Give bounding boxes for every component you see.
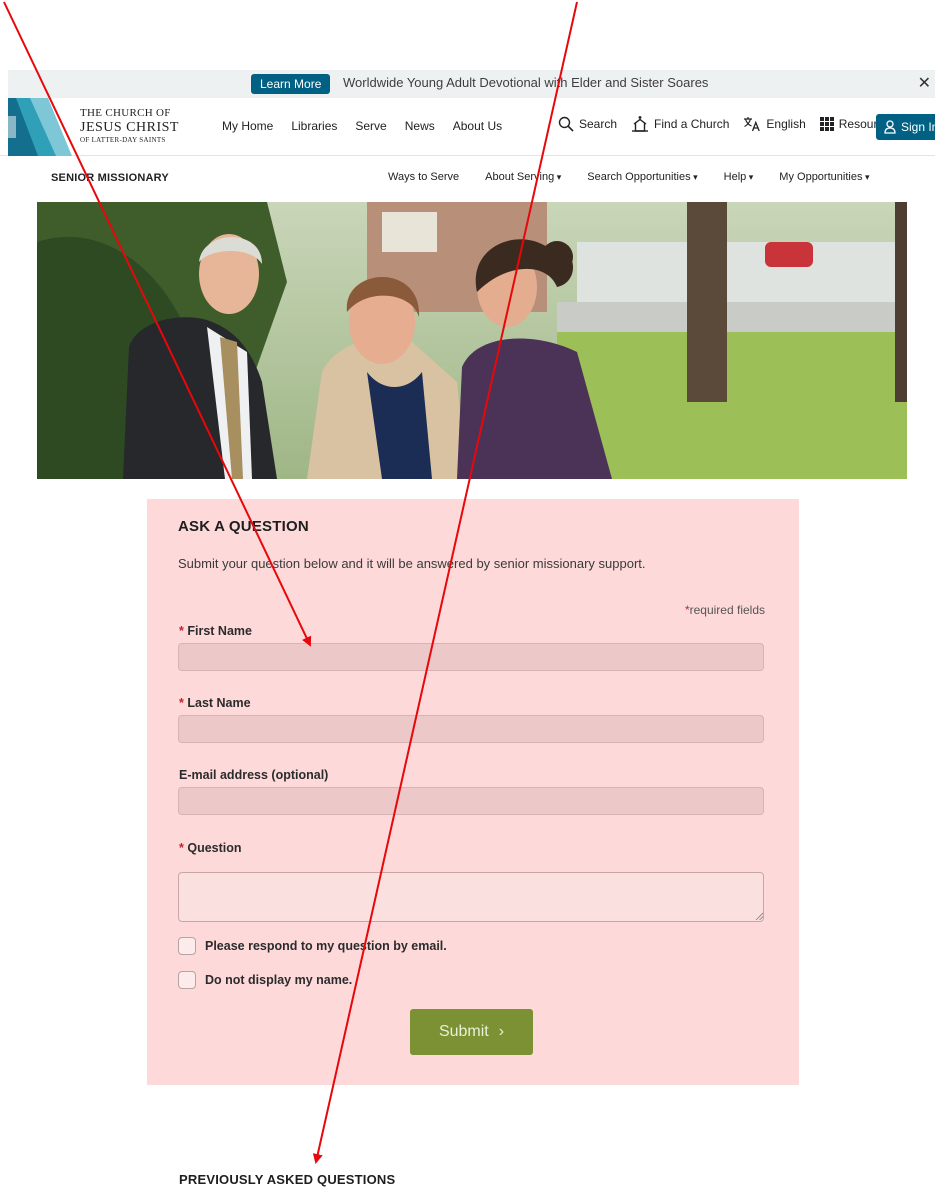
respond-by-email-option[interactable]: Please respond to my question by email. [178,937,447,955]
resize-grip-icon[interactable] [755,912,763,920]
close-icon[interactable]: ✕ [918,73,931,93]
subnav-ways-to-serve[interactable]: Ways to Serve [388,171,459,183]
section-links: Ways to Serve About Serving Search Oppor… [388,171,869,183]
submit-button[interactable]: Submit › [410,1009,533,1055]
subnav-about-serving[interactable]: About Serving [485,171,561,183]
learn-more-button[interactable]: Learn More [251,74,331,94]
find-church-label: Find a Church [654,117,730,131]
nav-news[interactable]: News [405,119,435,133]
nav-about-us[interactable]: About Us [453,119,502,133]
hide-name-label: Do not display my name. [205,973,353,987]
ask-question-form: ASK A QUESTION Submit your question belo… [147,499,799,1085]
language-tool[interactable]: English [743,116,806,132]
required-note-text: required fields [689,603,765,617]
hero-photo [37,202,907,479]
nav-my-home[interactable]: My Home [222,119,273,133]
section-title[interactable]: SENIOR MISSIONARY [51,172,169,184]
form-title: ASK A QUESTION [178,518,309,535]
last-name-label-text: Last Name [187,696,251,710]
required-star: * [179,696,184,710]
required-star: * [179,841,184,855]
hide-name-option[interactable]: Do not display my name. [178,971,352,989]
logo-line-1: THE CHURCH OF [80,107,171,119]
translate-icon [744,117,761,132]
search-tool[interactable]: Search [558,116,617,132]
first-name-input[interactable] [178,643,764,671]
section-nav: SENIOR MISSIONARY Ways to Serve About Se… [0,158,935,198]
first-name-label-text: First Name [187,624,252,638]
email-input[interactable] [178,787,764,815]
main-nav: My Home Libraries Serve News About Us [222,119,502,133]
hide-name-checkbox[interactable] [178,971,196,989]
site-header: THE CHURCH OF JESUS CHRIST OF LATTER-DAY… [0,98,935,156]
question-label: * Question [179,841,242,855]
respond-by-email-label: Please respond to my question by email. [205,939,447,953]
last-name-label: * Last Name [179,696,251,710]
announcement-bar: Learn More Worldwide Young Adult Devotio… [8,70,935,98]
grid-icon [819,117,834,131]
logo-line-3: OF LATTER-DAY SAINTS [80,136,166,144]
required-fields-note: *required fields [685,603,765,617]
search-icon [558,116,574,132]
church-icon [632,116,649,132]
question-textarea[interactable] [178,872,764,922]
header-tools: Search Find a Church English Resources [558,115,896,133]
email-label: E-mail address (optional) [179,768,329,782]
subnav-search-opportunities[interactable]: Search Opportunities [587,171,697,183]
logo-line-2: JESUS CHRIST [80,120,179,135]
announcement-text[interactable]: Worldwide Young Adult Devotional with El… [343,75,708,90]
search-label: Search [579,117,618,131]
submit-label: Submit [438,1023,489,1040]
respond-by-email-checkbox[interactable] [178,937,196,955]
find-church-tool[interactable]: Find a Church [631,115,729,133]
nav-serve[interactable]: Serve [355,119,386,133]
logo-mark-icon[interactable] [8,98,72,156]
first-name-label: * First Name [179,624,252,638]
question-label-text: Question [187,841,242,855]
nav-libraries[interactable]: Libraries [291,119,337,133]
sign-in-label: Sign In [901,120,935,134]
last-name-input[interactable] [178,715,764,743]
subnav-my-opportunities[interactable]: My Opportunities [779,171,869,183]
chevron-right-icon: › [498,1023,505,1040]
language-label: English [766,117,806,131]
user-icon [884,120,896,134]
sign-in-button[interactable]: Sign In [876,114,935,140]
form-description: Submit your question below and it will b… [178,556,646,571]
church-logo[interactable]: THE CHURCH OF JESUS CHRIST OF LATTER-DAY… [80,108,179,144]
subnav-help[interactable]: Help [724,171,754,183]
required-star: * [179,624,184,638]
previously-asked-title: PREVIOUSLY ASKED QUESTIONS [179,1172,396,1187]
